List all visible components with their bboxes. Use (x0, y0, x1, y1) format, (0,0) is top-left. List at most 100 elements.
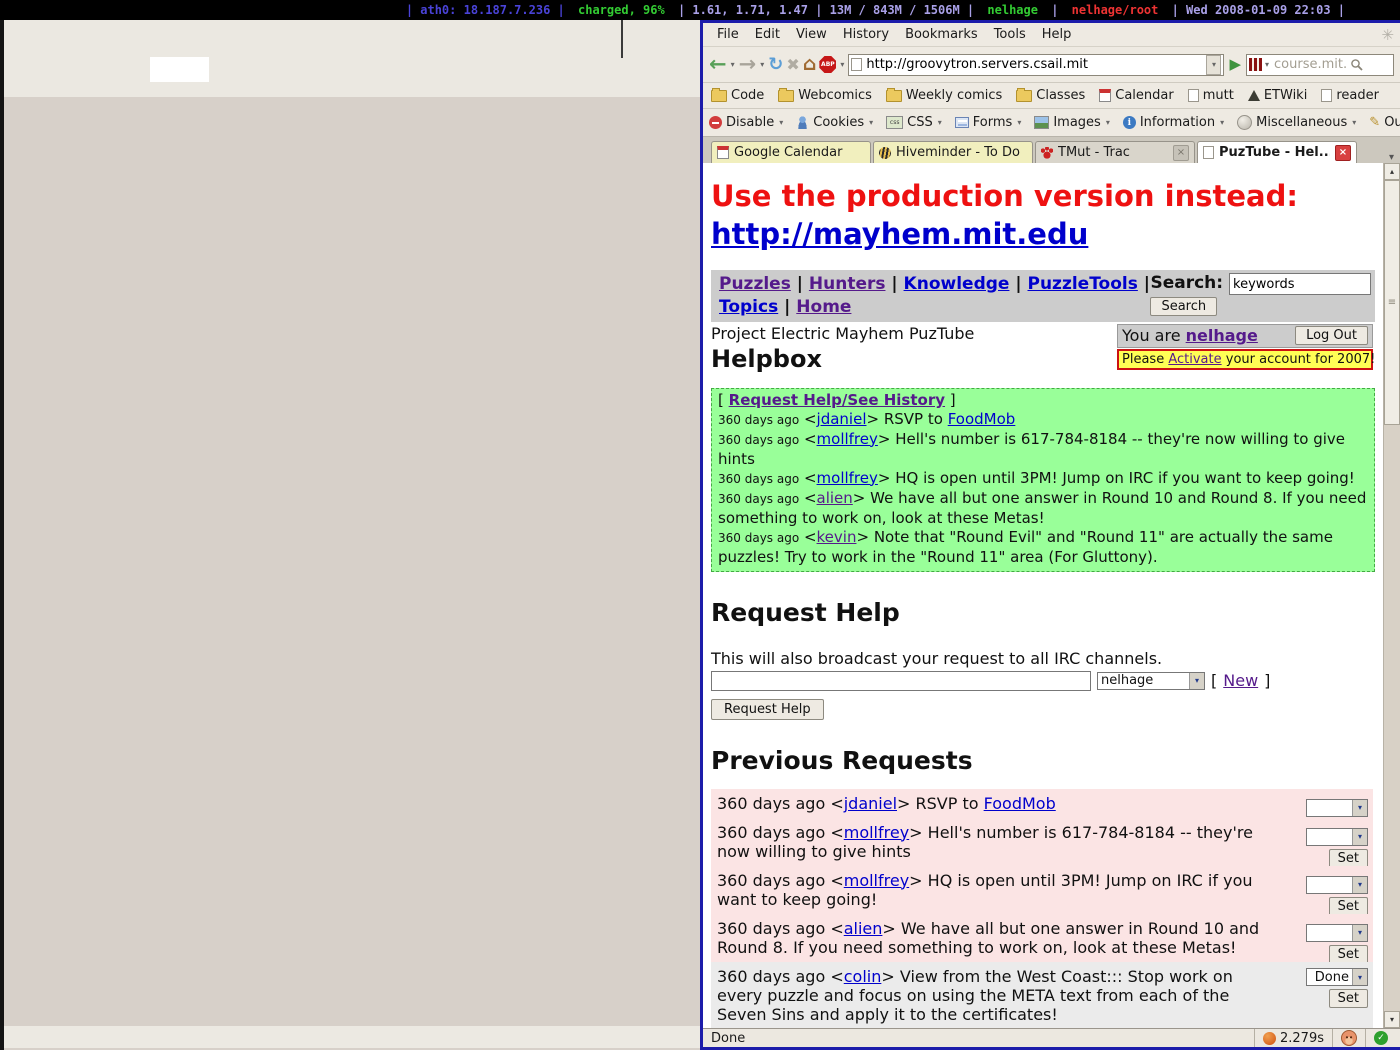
web-search-input[interactable] (1272, 56, 1348, 73)
logout-button[interactable]: Log Out (1295, 326, 1368, 345)
status-load-memory: | 1.61, 1.71, 1.47 | 13M / 843M / 1506M … (678, 3, 974, 17)
user-link[interactable]: alien (844, 919, 883, 938)
set-button[interactable]: Set (1329, 989, 1368, 1008)
forward-dropdown-icon[interactable]: ▾ (760, 60, 764, 69)
nav-home[interactable]: Home (796, 297, 851, 317)
request-help-button[interactable]: Request Help (711, 699, 824, 720)
forward-icon[interactable]: → (739, 54, 757, 75)
webdev-miscellaneous[interactable]: Miscellaneous▾ (1237, 115, 1357, 130)
url-bar[interactable]: ▾ (848, 54, 1224, 76)
user-link[interactable]: kevin (817, 528, 857, 546)
webdev-css[interactable]: cssCSS▾ (886, 115, 943, 130)
menu-bookmarks[interactable]: Bookmarks (897, 25, 986, 44)
bookmark-reader[interactable]: reader (1321, 88, 1379, 103)
site-search-input[interactable] (1229, 273, 1371, 295)
scrollbar-thumb[interactable]: ≡ (1384, 180, 1400, 425)
search-bar[interactable]: ▾ (1246, 54, 1394, 76)
request-row: 360 days ago <mollfrey> HQ is open until… (711, 866, 1373, 914)
user-link[interactable]: mollfrey (817, 430, 878, 448)
bookmark-calendar[interactable]: Calendar (1099, 88, 1173, 103)
bookmark-etwiki[interactable]: ETWiki (1248, 88, 1307, 103)
menu-history[interactable]: History (835, 25, 897, 44)
helpbox-entry: 360 days ago <kevin> Note that "Round Ev… (718, 528, 1368, 567)
tab-hiveminder[interactable]: Hiveminder - To Do (873, 141, 1033, 163)
puztube-page: Use the production version instead: http… (703, 163, 1383, 1028)
status-select[interactable]: ▾ (1306, 876, 1368, 894)
greasemonkey-section[interactable] (1332, 1029, 1365, 1047)
home-icon[interactable]: ⌂ (803, 54, 817, 75)
nav-puzzles[interactable]: Puzzles (719, 274, 791, 294)
menu-edit[interactable]: Edit (747, 25, 788, 44)
bookmark-webcomics[interactable]: Webcomics (778, 88, 872, 103)
folder-icon (886, 90, 902, 102)
mit-search-engine-icon[interactable] (1249, 58, 1262, 71)
nav-knowledge[interactable]: Knowledge (904, 274, 1010, 294)
menu-view[interactable]: View (788, 25, 835, 44)
tab-tmut-trac[interactable]: TMut - Trac × (1035, 141, 1195, 163)
bookmark-code[interactable]: Code (711, 88, 764, 103)
nav-hunters[interactable]: Hunters (809, 274, 886, 294)
user-link[interactable]: mollfrey (817, 469, 878, 487)
request-row-done: 360 days ago <colin> View from the West … (711, 962, 1373, 1028)
webdev-label: CSS (907, 115, 933, 130)
reload-icon[interactable]: ↻ (768, 54, 783, 75)
status-ok-icon: ✓ (1374, 1031, 1388, 1045)
status-select[interactable]: Done▾ (1306, 968, 1368, 986)
back-dropdown-icon[interactable]: ▾ (731, 60, 735, 69)
url-history-dropdown[interactable]: ▾ (1206, 55, 1221, 75)
adblock-icon[interactable]: ABP (819, 56, 836, 73)
tab-google-calendar[interactable]: Google Calendar (711, 141, 871, 163)
webdev-images[interactable]: Images▾ (1034, 115, 1111, 130)
webdev-outline[interactable]: ✎Outline (1369, 115, 1400, 130)
calendar-icon (717, 146, 729, 159)
webdev-forms[interactable]: Forms▾ (955, 115, 1023, 130)
username-link[interactable]: nelhage (1186, 326, 1258, 345)
request-help-input[interactable] (711, 671, 1091, 691)
user-link[interactable]: jdaniel (844, 794, 897, 813)
bookmark-weekly-comics[interactable]: Weekly comics (886, 88, 1002, 103)
menu-tools[interactable]: Tools (986, 25, 1034, 44)
foodmob-link[interactable]: FoodMob (948, 410, 1016, 428)
webdev-disable[interactable]: Disable▾ (709, 115, 784, 130)
url-input[interactable] (864, 56, 1204, 73)
close-icon[interactable]: × (1335, 145, 1351, 161)
tab-puztube-active[interactable]: PuzTube - Hel... × (1197, 141, 1357, 163)
user-link[interactable]: jdaniel (817, 410, 867, 428)
close-icon[interactable]: × (1173, 145, 1189, 161)
go-icon[interactable]: ▶ (1229, 54, 1241, 75)
back-icon[interactable]: ← (709, 54, 727, 75)
request-history-link[interactable]: Request Help/See History (729, 391, 945, 409)
scroll-down-icon[interactable]: ▾ (1384, 1011, 1400, 1028)
page-icon (1203, 146, 1214, 159)
adblock-dropdown-icon[interactable]: ▾ (840, 60, 844, 69)
stop-icon[interactable]: ✖ (786, 54, 799, 75)
status-select[interactable]: ▾ (1306, 924, 1368, 942)
status-select[interactable]: ▾ (1306, 799, 1368, 817)
status-select[interactable]: ▾ (1306, 828, 1368, 846)
request-help-description: This will also broadcast your request to… (711, 649, 1375, 668)
foodmob-link[interactable]: FoodMob (984, 794, 1056, 813)
user-link[interactable]: mollfrey (844, 871, 909, 890)
nav-puzzletools[interactable]: PuzzleTools (1028, 274, 1138, 294)
webdev-cookies[interactable]: Cookies▾ (796, 115, 874, 130)
forms-icon (955, 117, 969, 128)
user-link[interactable]: colin (844, 967, 882, 986)
magnifier-icon[interactable] (1350, 58, 1363, 71)
site-search-button[interactable]: Search (1150, 297, 1217, 316)
who-select[interactable]: nelhage ▾ (1097, 672, 1205, 690)
user-link[interactable]: alien (817, 489, 853, 507)
activate-link[interactable]: Activate (1168, 352, 1221, 367)
search-engine-dropdown-icon[interactable]: ▾ (1265, 60, 1269, 69)
menu-file[interactable]: File (709, 25, 747, 44)
vertical-scrollbar[interactable]: ▴ ≡ ▾ (1383, 163, 1400, 1028)
bookmark-mutt[interactable]: mutt (1188, 88, 1234, 103)
mayhem-link[interactable]: http://mayhem.mit.edu (711, 217, 1088, 251)
bookmark-classes[interactable]: Classes (1016, 88, 1085, 103)
webdev-information[interactable]: iInformation▾ (1123, 115, 1225, 130)
scroll-up-icon[interactable]: ▴ (1384, 163, 1400, 180)
nav-topics[interactable]: Topics (719, 297, 778, 317)
menu-help[interactable]: Help (1034, 25, 1080, 44)
new-who-link[interactable]: New (1223, 671, 1258, 690)
tab-list-dropdown-icon[interactable]: ▾ (1385, 152, 1398, 163)
user-link[interactable]: mollfrey (844, 823, 909, 842)
